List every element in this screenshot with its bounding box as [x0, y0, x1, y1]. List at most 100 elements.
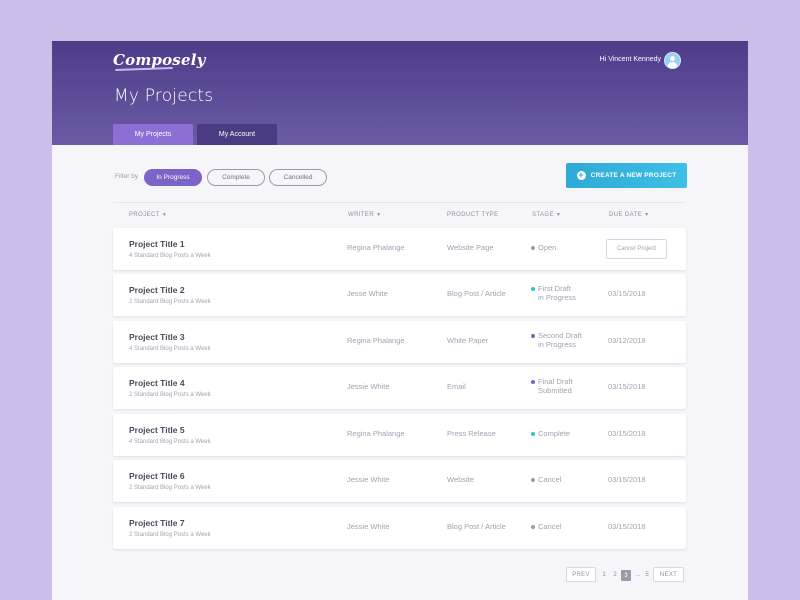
project-subtitle: 2 Standard Blog Posts a Week	[129, 532, 211, 538]
writer-name: Regina Phalange	[347, 243, 405, 252]
project-subtitle: 4 Standard Blog Posts a Week	[129, 346, 211, 352]
filter-complete[interactable]: Complete	[207, 169, 265, 186]
stage-status: Open	[531, 243, 601, 252]
stage-label: Complete	[538, 429, 571, 438]
filter-cancelled[interactable]: Cancelled	[269, 169, 327, 186]
status-dot	[531, 478, 535, 483]
product-type: White Paper	[447, 336, 489, 345]
create-project-button[interactable]: + CREATE A NEW PROJECT	[566, 163, 687, 188]
table-row[interactable]: Project Title 2 2 Standard Blog Posts a …	[113, 274, 686, 316]
table-row[interactable]: Project Title 4 2 Standard Blog Posts a …	[113, 367, 686, 409]
writer-name: Jessie White	[347, 382, 390, 391]
column-header-product-type-label: PRODUCT TYPE	[447, 212, 499, 218]
pagination-page-current[interactable]: 3	[621, 570, 631, 581]
writer-name: Regina Phalange	[347, 429, 405, 438]
product-type: Website	[447, 475, 474, 484]
stage-label: Cancel	[538, 522, 562, 531]
stage-status: First Draft in Progress	[531, 284, 601, 302]
stage-sublabel: in Progress	[538, 340, 576, 349]
project-subtitle: 4 Standard Blog Posts a Week	[129, 439, 211, 445]
column-header-due-date-label: DUE DATE	[609, 212, 643, 218]
stage-status: Complete	[531, 429, 601, 438]
logo[interactable]: Composely	[113, 51, 206, 69]
caret-down-icon: ▼	[376, 212, 382, 218]
column-header-writer-label: WRITER	[348, 212, 375, 218]
due-date: 03/15/2018	[608, 522, 646, 531]
pagination-prev-button[interactable]: PREV	[566, 567, 596, 582]
stage-label: First Draft	[538, 284, 571, 293]
column-header-writer[interactable]: WRITER ▼	[348, 212, 381, 218]
due-date: 03/15/2018	[608, 475, 646, 484]
header-divider	[113, 202, 686, 203]
product-type: Press Release	[447, 429, 496, 438]
writer-name: Regina Phalange	[347, 336, 405, 345]
product-type: Blog Post / Article	[447, 522, 506, 531]
due-date: 03/15/2018	[608, 429, 646, 438]
project-title[interactable]: Project Title 7	[129, 518, 185, 528]
filter-in-progress[interactable]: In Progress	[144, 169, 202, 186]
table-row[interactable]: Project Title 1 4 Standard Blog Posts a …	[113, 228, 686, 270]
pagination-page-2[interactable]: 2	[610, 567, 620, 582]
project-title[interactable]: Project Title 4	[129, 378, 185, 388]
header: Composely Hi Vincent Kennedy My Projects…	[52, 41, 748, 145]
column-header-project[interactable]: PROJECT ▼	[129, 212, 167, 218]
project-title[interactable]: Project Title 2	[129, 285, 185, 295]
project-subtitle: 2 Standard Blog Posts a Week	[129, 485, 211, 491]
user-greeting[interactable]: Hi Vincent Kennedy	[600, 56, 661, 63]
tab-my-projects[interactable]: My Projects	[113, 124, 193, 145]
due-date: 03/12/2018	[608, 336, 646, 345]
column-header-stage-label: STAGE	[532, 212, 554, 218]
column-header-stage[interactable]: STAGE ▼	[532, 212, 561, 218]
status-dot	[531, 334, 535, 339]
stage-label: Second Draft	[538, 331, 582, 340]
status-dot	[531, 432, 535, 437]
stage-sublabel: Submitted	[538, 386, 572, 395]
stage-label: Open	[538, 243, 557, 252]
project-title[interactable]: Project Title 5	[129, 425, 185, 435]
project-subtitle: 2 Standard Blog Posts a Week	[129, 392, 211, 398]
plus-circle-icon: +	[576, 170, 586, 180]
product-type: Blog Post / Article	[447, 289, 506, 298]
product-type: Website Page	[447, 243, 494, 252]
status-dot	[531, 380, 535, 385]
writer-name: Jessie White	[347, 522, 390, 531]
status-dot	[531, 525, 535, 530]
avatar-body-shape	[668, 62, 677, 68]
pagination-next-button[interactable]: NEXT	[653, 567, 684, 582]
status-dot	[531, 246, 535, 251]
writer-name: Jessie White	[347, 475, 390, 484]
caret-down-icon: ▼	[555, 212, 562, 218]
status-dot	[531, 287, 535, 292]
stage-label: Cancel	[538, 475, 562, 484]
caret-down-icon: ▼	[644, 212, 650, 218]
project-title[interactable]: Project Title 1	[129, 239, 185, 249]
column-header-product-type: PRODUCT TYPE	[447, 212, 499, 218]
stage-status: Final Draft Submitted	[531, 377, 601, 395]
due-date: 03/15/2018	[608, 382, 646, 391]
table-row[interactable]: Project Title 3 4 Standard Blog Posts a …	[113, 321, 686, 363]
due-date: 03/15/2018	[608, 289, 646, 298]
page-title: My Projects	[114, 86, 214, 106]
table-row[interactable]: Project Title 7 2 Standard Blog Posts a …	[113, 507, 686, 549]
stage-sublabel: in Progress	[538, 293, 576, 302]
project-subtitle: 2 Standard Blog Posts a Week	[129, 299, 211, 305]
column-header-due-date[interactable]: DUE DATE ▼	[609, 212, 649, 218]
column-header-project-label: PROJECT	[129, 212, 160, 218]
stage-status: Second Draft in Progress	[531, 331, 601, 349]
cancel-project-button[interactable]: Cancel Project	[606, 239, 667, 259]
tab-my-account[interactable]: My Account	[197, 124, 277, 145]
project-title[interactable]: Project Title 6	[129, 471, 185, 481]
table-row[interactable]: Project Title 6 2 Standard Blog Posts a …	[113, 460, 686, 502]
product-type: Email	[447, 382, 466, 391]
table-row[interactable]: Project Title 5 4 Standard Blog Posts a …	[113, 414, 686, 456]
project-subtitle: 4 Standard Blog Posts a Week	[129, 253, 211, 259]
writer-name: Jesse White	[347, 289, 388, 298]
avatar-head-shape	[670, 56, 675, 61]
avatar[interactable]	[664, 52, 681, 69]
caret-down-icon: ▼	[161, 212, 168, 218]
app-window: Composely Hi Vincent Kennedy My Projects…	[52, 41, 748, 600]
pagination-page-5[interactable]: 5	[642, 567, 652, 582]
pagination-page-1[interactable]: 1	[599, 567, 609, 582]
stage-status: Cancel	[531, 522, 601, 531]
project-title[interactable]: Project Title 3	[129, 332, 185, 342]
